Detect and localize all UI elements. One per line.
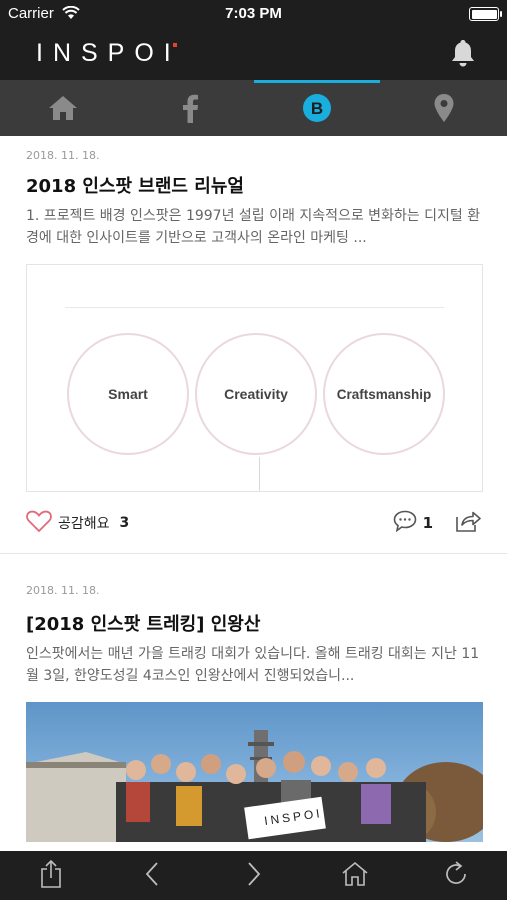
home-button[interactable] bbox=[304, 851, 405, 900]
inspoi-logo[interactable]: INSPOI bbox=[36, 39, 177, 67]
post-card[interactable]: 2018. 11. 18. [2018 인스팟 트레킹] 인왕산 인스팟에서는 … bbox=[0, 554, 507, 842]
browser-toolbar bbox=[0, 851, 507, 900]
app-header: INSPOI bbox=[0, 28, 507, 80]
facebook-icon bbox=[181, 93, 199, 123]
tab-home[interactable] bbox=[0, 80, 127, 136]
tab-facebook[interactable] bbox=[127, 80, 254, 136]
refresh-button[interactable] bbox=[406, 851, 507, 900]
post-date: 2018. 11. 18. bbox=[26, 149, 100, 162]
forward-button[interactable] bbox=[203, 851, 304, 900]
refresh-icon bbox=[442, 860, 470, 892]
clock: 7:03 PM bbox=[225, 5, 282, 22]
group-photo-scene bbox=[26, 730, 483, 842]
svg-text:B: B bbox=[311, 99, 323, 118]
location-pin-icon bbox=[433, 93, 455, 123]
share-arrow-icon bbox=[455, 511, 481, 536]
like-button[interactable]: 공감해요 3 bbox=[26, 510, 129, 536]
share-post-button[interactable] bbox=[455, 510, 481, 536]
comment-count: 1 bbox=[422, 513, 433, 532]
divider-line bbox=[65, 307, 444, 308]
status-bar: Carrier 7:03 PM bbox=[0, 0, 507, 28]
share-icon bbox=[40, 859, 62, 892]
value-circle-smart: Smart bbox=[67, 333, 189, 455]
comment-button[interactable]: 1 bbox=[393, 510, 433, 536]
post-thumbnail[interactable]: Smart Creativity Craftsmanship bbox=[26, 264, 483, 492]
value-circle-creativity: Creativity bbox=[195, 333, 317, 455]
comment-icon bbox=[393, 510, 417, 536]
home-outline-icon bbox=[341, 861, 369, 891]
post-card[interactable]: 2018. 11. 18. 2018 인스팟 브랜드 리뉴얼 1. 프로젝트 배… bbox=[0, 136, 507, 554]
share-button[interactable] bbox=[0, 851, 101, 900]
post-title[interactable]: [2018 인스팟 트레킹] 인왕산 bbox=[26, 610, 481, 640]
logo-dot bbox=[172, 43, 177, 47]
like-count: 3 bbox=[119, 514, 130, 531]
like-label: 공감해요 bbox=[58, 515, 110, 532]
post-photo[interactable]: INSPOI bbox=[26, 702, 483, 842]
forward-icon bbox=[247, 861, 261, 891]
bell-icon[interactable] bbox=[449, 38, 477, 68]
blog-b-icon: B bbox=[302, 93, 332, 123]
logo-text: INSPOI bbox=[36, 38, 181, 67]
back-icon bbox=[145, 861, 159, 891]
post-date: 2018. 11. 18. bbox=[26, 584, 100, 597]
post-title[interactable]: 2018 인스팟 브랜드 리뉴얼 bbox=[26, 172, 481, 202]
post-excerpt: 1. 프로젝트 배경 인스팟은 1997년 설립 이래 지속적으로 변화하는 디… bbox=[26, 208, 481, 246]
group-photo: INSPOI bbox=[26, 702, 483, 842]
connector-line bbox=[259, 457, 260, 491]
tab-location[interactable] bbox=[380, 80, 507, 136]
battery-icon bbox=[469, 7, 502, 21]
value-circle-craftsmanship: Craftsmanship bbox=[323, 333, 445, 455]
post-feed[interactable]: 2018. 11. 18. 2018 인스팟 브랜드 리뉴얼 1. 프로젝트 배… bbox=[0, 136, 507, 851]
home-icon bbox=[48, 95, 78, 121]
tab-blog[interactable]: B bbox=[253, 80, 381, 136]
post-actions: 공감해요 3 1 bbox=[0, 492, 507, 554]
post-excerpt: 인스팟에서는 매년 가을 트래킹 대회가 있습니다. 올해 트래킹 대회는 지난… bbox=[26, 646, 480, 684]
tab-bar: B bbox=[0, 80, 507, 136]
heart-icon bbox=[26, 510, 52, 536]
back-button[interactable] bbox=[101, 851, 202, 900]
